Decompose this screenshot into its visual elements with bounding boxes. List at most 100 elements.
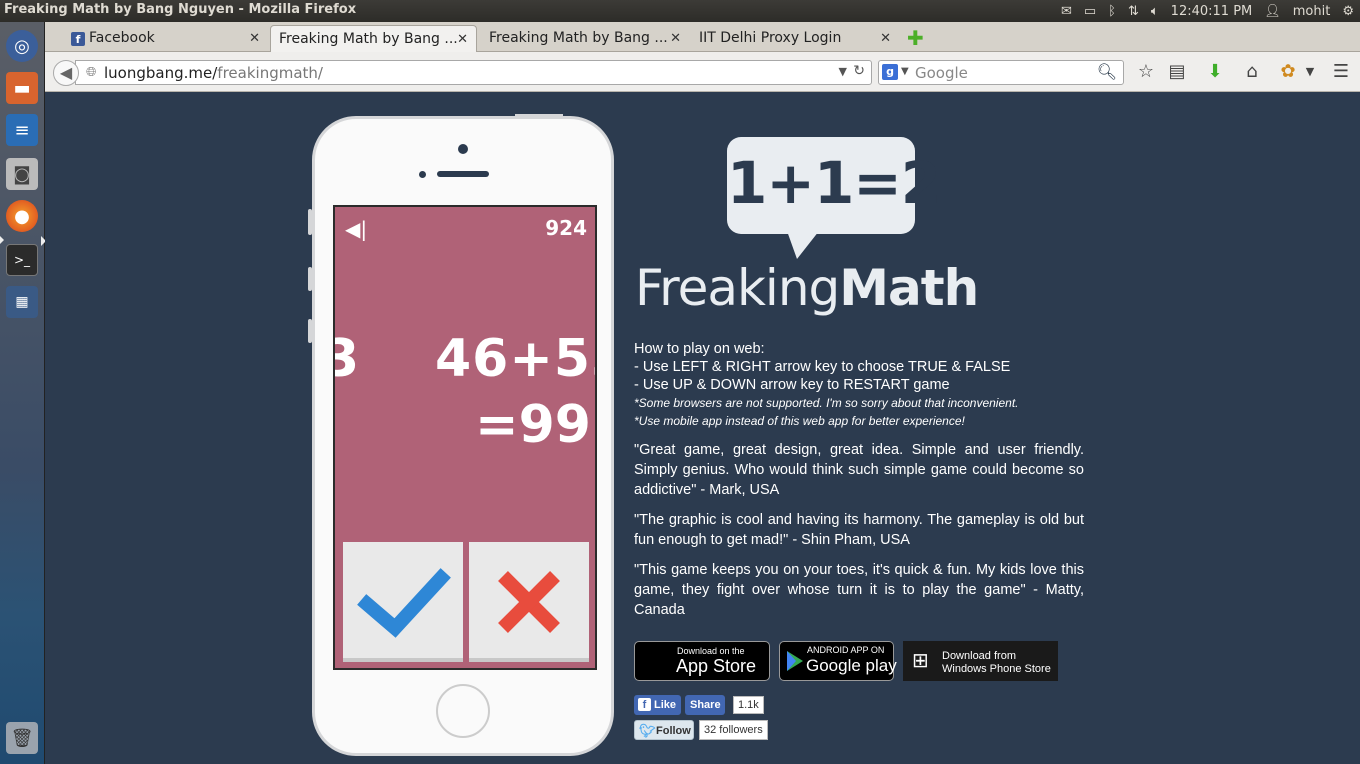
follow-label: Follow xyxy=(656,725,691,737)
launcher-writer[interactable]: ≡ xyxy=(4,112,40,148)
false-button[interactable] xyxy=(469,542,589,662)
badge-small-text: Download from xyxy=(942,650,1016,662)
username[interactable]: mohit xyxy=(1293,4,1331,19)
instructions-heading: How to play on web: xyxy=(634,341,765,357)
document-icon: ≡ xyxy=(6,114,38,146)
followers-count: 32 followers xyxy=(699,720,768,740)
gear-icon[interactable]: ⚙ xyxy=(1342,4,1354,19)
logo-word-regular: Freaking xyxy=(635,259,840,317)
close-icon[interactable]: ✕ xyxy=(670,31,681,46)
download-icon[interactable]: ⬇ xyxy=(1204,61,1226,82)
user-icon[interactable]: 👤︎ xyxy=(1264,4,1281,19)
phone-mockup: ◀︎| 924 3 46+53 =99 xyxy=(308,114,614,756)
true-button[interactable] xyxy=(343,542,463,662)
launcher-workspaces[interactable]: ▦ xyxy=(4,284,40,320)
tab-freaking-math-active[interactable]: Freaking Math by Bang ... ✕ xyxy=(270,25,477,52)
like-label: Like xyxy=(654,699,677,711)
search-placeholder: Google xyxy=(915,64,968,82)
check-icon xyxy=(357,568,451,638)
menu-icon[interactable]: ☰ xyxy=(1330,61,1352,82)
bookmarks-list-icon[interactable]: ▤ xyxy=(1166,61,1188,82)
trash-icon: 🗑︎ xyxy=(6,722,38,754)
close-icon[interactable]: ✕ xyxy=(249,31,260,46)
tab-label: Freaking Math by Bang ... xyxy=(279,31,458,47)
cross-icon xyxy=(498,571,560,633)
reload-icon[interactable]: ↻ xyxy=(853,63,865,79)
back-button[interactable]: ◀ xyxy=(53,60,79,86)
facebook-share-button[interactable]: Share xyxy=(685,695,725,715)
tab-label: Facebook xyxy=(89,30,155,46)
testimonial: "This game keeps you on your toes, it's … xyxy=(634,562,1084,618)
launcher-trash[interactable]: 🗑︎ xyxy=(4,720,40,756)
share-label: Share xyxy=(690,699,721,711)
volume-icon[interactable]: 🔈︎ xyxy=(1151,4,1159,19)
url-bar[interactable]: 🌐︎ luongbang.me/freakingmath/ ▼ ↻ xyxy=(75,60,872,85)
launcher-firefox[interactable]: ● xyxy=(4,198,40,234)
badge-big-text: Windows Phone Store xyxy=(942,663,1051,675)
score: 924 xyxy=(545,216,587,240)
ubuntu-logo-icon: ◎ xyxy=(6,30,38,62)
home-icon[interactable]: ⌂ xyxy=(1241,61,1263,82)
tab-iit-proxy[interactable]: IIT Delhi Proxy Login ✕ xyxy=(691,25,899,52)
close-icon[interactable]: ✕ xyxy=(457,32,468,47)
app-store-badge[interactable]: Download on the App Store xyxy=(634,641,770,681)
tab-label: Freaking Math by Bang ... xyxy=(489,30,668,46)
launcher: ◎ ▬ ≡ ◙ ● >_ ▦ 🗑︎ xyxy=(0,22,46,764)
phone-speaker xyxy=(437,171,489,177)
facebook-like-button[interactable]: f Like xyxy=(634,695,681,715)
addon-dropdown-icon[interactable]: ▼ xyxy=(1299,65,1321,78)
search-input[interactable]: g ▼ Google 🔍︎ xyxy=(878,60,1124,85)
system-tray: ✉ ▭ ᛒ ⇅ 🔈︎ 12:40:11 PM 👤︎ mohit ⚙ xyxy=(1061,0,1354,22)
new-tab-icon[interactable]: ✚ xyxy=(907,26,924,50)
instruction-line: - Use UP & DOWN arrow key to RESTART gam… xyxy=(634,377,950,393)
badge-big-text: App Store xyxy=(676,656,757,676)
phone-volume-down xyxy=(308,319,312,343)
logo-wordmark: FreakingMath xyxy=(635,259,979,317)
badge-small-text: ANDROID APP ON xyxy=(807,645,885,655)
browser-note: *Some browsers are not supported. I'm so… xyxy=(634,396,1019,410)
bluetooth-icon[interactable]: ᛒ xyxy=(1108,4,1116,19)
google-icon: g xyxy=(882,64,898,80)
launcher-terminal[interactable]: >_ xyxy=(4,242,40,278)
sound-icon[interactable]: ◀︎| xyxy=(345,217,367,241)
url-host: luongbang.me/ xyxy=(104,64,218,82)
dropdown-icon[interactable]: ▼ xyxy=(839,65,847,78)
launcher-camera[interactable]: ◙ xyxy=(4,156,40,192)
logo-bubble: 1+1=2 xyxy=(727,137,941,234)
google-play-badge[interactable]: ANDROID APP ON Google play xyxy=(779,641,897,681)
chevron-down-icon[interactable]: ▼ xyxy=(901,66,909,77)
bookmark-star-icon[interactable]: ☆ xyxy=(1135,61,1157,82)
nav-bar: 🌐︎ luongbang.me/freakingmath/ ▼ ↻ ◀ g ▼ … xyxy=(45,52,1360,92)
network-icon[interactable]: ⇅ xyxy=(1128,4,1139,19)
folder-icon: ▬ xyxy=(6,72,38,104)
logo-bubble-tail xyxy=(787,231,819,259)
phone-power-button xyxy=(515,114,563,117)
dash-button[interactable]: ◎ xyxy=(4,28,40,64)
close-icon[interactable]: ✕ xyxy=(880,31,891,46)
testimonial: "Great game, great design, great idea. S… xyxy=(634,442,1084,498)
window-title: Freaking Math by Bang Nguyen - Mozilla F… xyxy=(4,2,357,17)
search-icon[interactable]: 🔍︎ xyxy=(1097,62,1117,81)
page-content: ◀︎| 924 3 46+53 =99 1+1=2 FreakingMath xyxy=(45,93,1360,764)
back-arrow-icon: ◀ xyxy=(59,63,73,82)
phone-sensor xyxy=(419,171,426,178)
clock[interactable]: 12:40:11 PM xyxy=(1171,4,1253,19)
windows-store-badge[interactable]: ⊞ Download from Windows Phone Store xyxy=(903,641,1058,681)
battery-icon[interactable]: ▭ xyxy=(1084,4,1096,19)
workspace-icon: ▦ xyxy=(6,286,38,318)
badge-big-text: Google play xyxy=(806,656,897,675)
game-screen[interactable]: ◀︎| 924 3 46+53 =99 xyxy=(333,205,597,670)
globe-icon: 🌐︎ xyxy=(86,65,97,80)
phone-home-button xyxy=(436,684,490,738)
mobile-note: *Use mobile app instead of this web app … xyxy=(634,414,965,428)
instruction-line: - Use LEFT & RIGHT arrow key to choose T… xyxy=(634,359,1011,375)
phone-mute-switch xyxy=(308,209,312,235)
play-icon xyxy=(787,651,803,671)
launcher-files[interactable]: ▬ xyxy=(4,70,40,106)
tab-facebook[interactable]: f Facebook ✕ xyxy=(63,25,268,52)
testimonial: "The graphic is cool and having its harm… xyxy=(634,512,1084,548)
tab-freaking-math[interactable]: Freaking Math by Bang ... ✕ xyxy=(481,25,689,52)
mail-icon[interactable]: ✉ xyxy=(1061,4,1072,19)
addon-icon[interactable]: ✿ xyxy=(1277,61,1299,82)
twitter-follow-button[interactable]: 🐦︎ Follow xyxy=(634,720,694,740)
